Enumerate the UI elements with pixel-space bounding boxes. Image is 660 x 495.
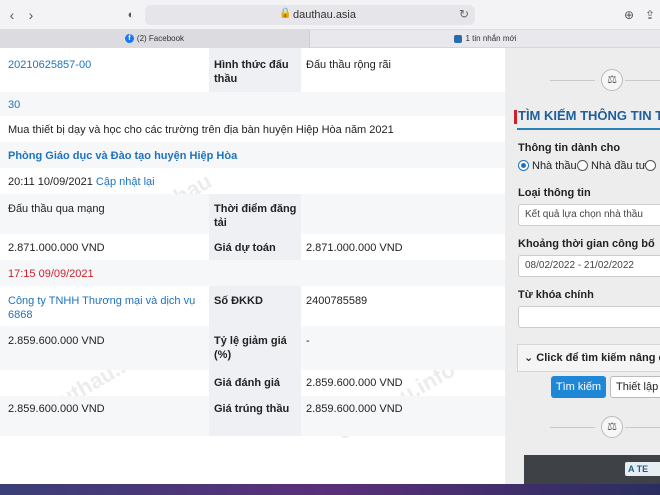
table-row: 2.859.600.000 VND Tỷ lệ giảm giá (%) - bbox=[0, 326, 505, 370]
table-row: Mua thiết bị dạy và học cho các trường t… bbox=[0, 116, 505, 142]
win-price: 2.859.600.000 VND bbox=[8, 403, 105, 415]
post-time: 20:11 10/09/2021 Cập nhật lại bbox=[8, 175, 155, 189]
deadline: 17:15 09/09/2021 bbox=[8, 268, 94, 280]
privacy-shield-icon[interactable]: ◐ bbox=[122, 6, 140, 24]
discount-value: - bbox=[306, 335, 310, 347]
facebook-icon: f bbox=[124, 34, 134, 44]
share-icon[interactable]: ⇪ bbox=[641, 6, 659, 24]
message-icon bbox=[454, 34, 463, 43]
title-underline bbox=[517, 128, 660, 130]
method-value: Đấu thầu rộng rãi bbox=[306, 59, 391, 71]
search-button[interactable]: Tìm kiếm bbox=[551, 376, 606, 398]
advanced-search-toggle[interactable]: ⌄ Click để tìm kiếm nâng ca bbox=[517, 344, 660, 372]
table-row: Phòng Giáo dục và Đào tạo huyện Hiệp Hòa bbox=[0, 142, 505, 168]
radio-other[interactable] bbox=[645, 160, 659, 172]
package-price: 2.871.000.000 VND bbox=[8, 242, 105, 254]
table-row: 2.871.000.000 VND Giá dự toán 2.871.000.… bbox=[0, 234, 505, 260]
dkkd-label: Số ĐKKD bbox=[209, 286, 301, 326]
advanced-label: Click để tìm kiếm nâng ca bbox=[536, 352, 660, 364]
radio-contractor[interactable]: Nhà thầu bbox=[518, 160, 577, 172]
date-range-input[interactable]: 08/02/2022 - 21/02/2022 bbox=[518, 255, 660, 277]
chevron-down-icon: ⌄ bbox=[524, 352, 537, 364]
estimate-value: 2.871.000.000 VND bbox=[306, 242, 403, 254]
estimate-label: Giá dự toán bbox=[209, 234, 301, 260]
table-row: 17:15 09/09/2021 bbox=[0, 260, 505, 286]
count-link[interactable]: 30 bbox=[8, 98, 20, 112]
tab-label: 1 tin nhắn mới bbox=[465, 34, 517, 43]
discount-label: Tỷ lệ giảm giá (%) bbox=[209, 326, 301, 370]
keyword-label: Từ khóa chính bbox=[518, 289, 594, 301]
package-description: Mua thiết bị dạy và học cho các trường t… bbox=[8, 124, 394, 136]
browser-toolbar: ‹ › ◐ 🔒 dauthau.asia ↻ ⊕ ⇪ bbox=[0, 0, 660, 30]
radio-investor[interactable]: Nhà đầu tư bbox=[577, 160, 646, 172]
back-icon[interactable]: ‹ bbox=[3, 6, 21, 24]
method-label: Hình thức đấu thầu bbox=[209, 48, 301, 92]
title-accent bbox=[514, 110, 517, 124]
radio-unchecked-icon bbox=[645, 160, 656, 171]
os-dock-edge bbox=[0, 484, 660, 495]
forward-icon[interactable]: › bbox=[22, 6, 40, 24]
dkkd-value: 2400785589 bbox=[306, 295, 368, 307]
win-value: 2.859.600.000 VND bbox=[306, 403, 403, 415]
tab-label: (2) Facebook bbox=[136, 34, 185, 43]
for-label: Thông tin dành cho bbox=[518, 142, 621, 154]
post-time-value: 20:11 10/09/2021 bbox=[8, 176, 93, 188]
address-bar[interactable]: 🔒 dauthau.asia ↻ bbox=[145, 5, 475, 25]
bid-detail-table: dauthau dauthau.info dauthau.info 202106… bbox=[0, 48, 505, 495]
win-label: Giá trúng thầu bbox=[209, 396, 301, 436]
auction-gavel-icon: ⚖ bbox=[601, 416, 623, 438]
reload-icon[interactable]: ↻ bbox=[459, 7, 469, 21]
tab-bar: f (2) Facebook 1 tin nhắn mới bbox=[0, 30, 660, 48]
type-label: Loại thông tin bbox=[518, 187, 591, 199]
eval-value: 2.859.600.000 VND bbox=[306, 377, 403, 389]
auction-gavel-icon: ⚖ bbox=[601, 69, 623, 91]
setup-button[interactable]: Thiết lập l bbox=[610, 376, 660, 398]
radio-label: Nhà thầu bbox=[532, 160, 577, 172]
table-row: 20210625857-00 Hình thức đấu thầu Đấu th… bbox=[0, 48, 505, 92]
radio-label: Nhà đầu tư bbox=[591, 160, 647, 172]
tab-messages[interactable]: 1 tin nhắn mới bbox=[311, 30, 660, 48]
bid-mode: Đấu thầu qua mạng bbox=[8, 203, 105, 215]
table-row: 2.859.600.000 VND Giá trúng thầu 2.859.6… bbox=[0, 396, 505, 436]
table-row: 30 bbox=[0, 92, 505, 116]
ad-logo: A TE bbox=[625, 462, 660, 476]
divider bbox=[550, 427, 595, 428]
info-type-select[interactable]: Kết quả lựa chọn nhà thầu bbox=[518, 204, 660, 226]
table-row: Đấu thầu qua mạng Thời điểm đăng tải bbox=[0, 194, 505, 234]
company-link[interactable]: Công ty TNHH Thương mại và dịch vụ 6868 bbox=[8, 294, 198, 322]
eval-label: Giá đánh giá bbox=[209, 370, 301, 396]
tab-facebook[interactable]: f (2) Facebook bbox=[0, 30, 310, 48]
post-time-label: Thời điểm đăng tải bbox=[209, 194, 301, 234]
table-row: 20:11 10/09/2021 Cập nhật lại bbox=[0, 168, 505, 194]
period-label: Khoảng thời gian công bố bbox=[518, 238, 655, 250]
download-icon[interactable]: ⊕ bbox=[620, 6, 638, 24]
table-row: Công ty TNHH Thương mại và dịch vụ 6868 … bbox=[0, 286, 505, 326]
table-row: Giá đánh giá 2.859.600.000 VND bbox=[0, 370, 505, 396]
update-link[interactable]: Cập nhật lại bbox=[96, 176, 155, 188]
lock-icon: 🔒 bbox=[279, 8, 292, 19]
keyword-input[interactable] bbox=[518, 306, 660, 328]
radio-checked-icon bbox=[518, 160, 529, 171]
divider bbox=[625, 80, 660, 81]
radio-unchecked-icon bbox=[577, 160, 588, 171]
address-url: dauthau.asia bbox=[293, 9, 356, 21]
sidebar-title: TÌM KIẾM THÔNG TIN TH bbox=[518, 108, 660, 123]
divider bbox=[550, 80, 595, 81]
bid-code-link[interactable]: 20210625857-00 bbox=[8, 58, 91, 72]
bid-price: 2.859.600.000 VND bbox=[8, 335, 105, 347]
agency-link[interactable]: Phòng Giáo dục và Đào tạo huyện Hiệp Hòa bbox=[8, 149, 237, 163]
divider bbox=[625, 427, 660, 428]
